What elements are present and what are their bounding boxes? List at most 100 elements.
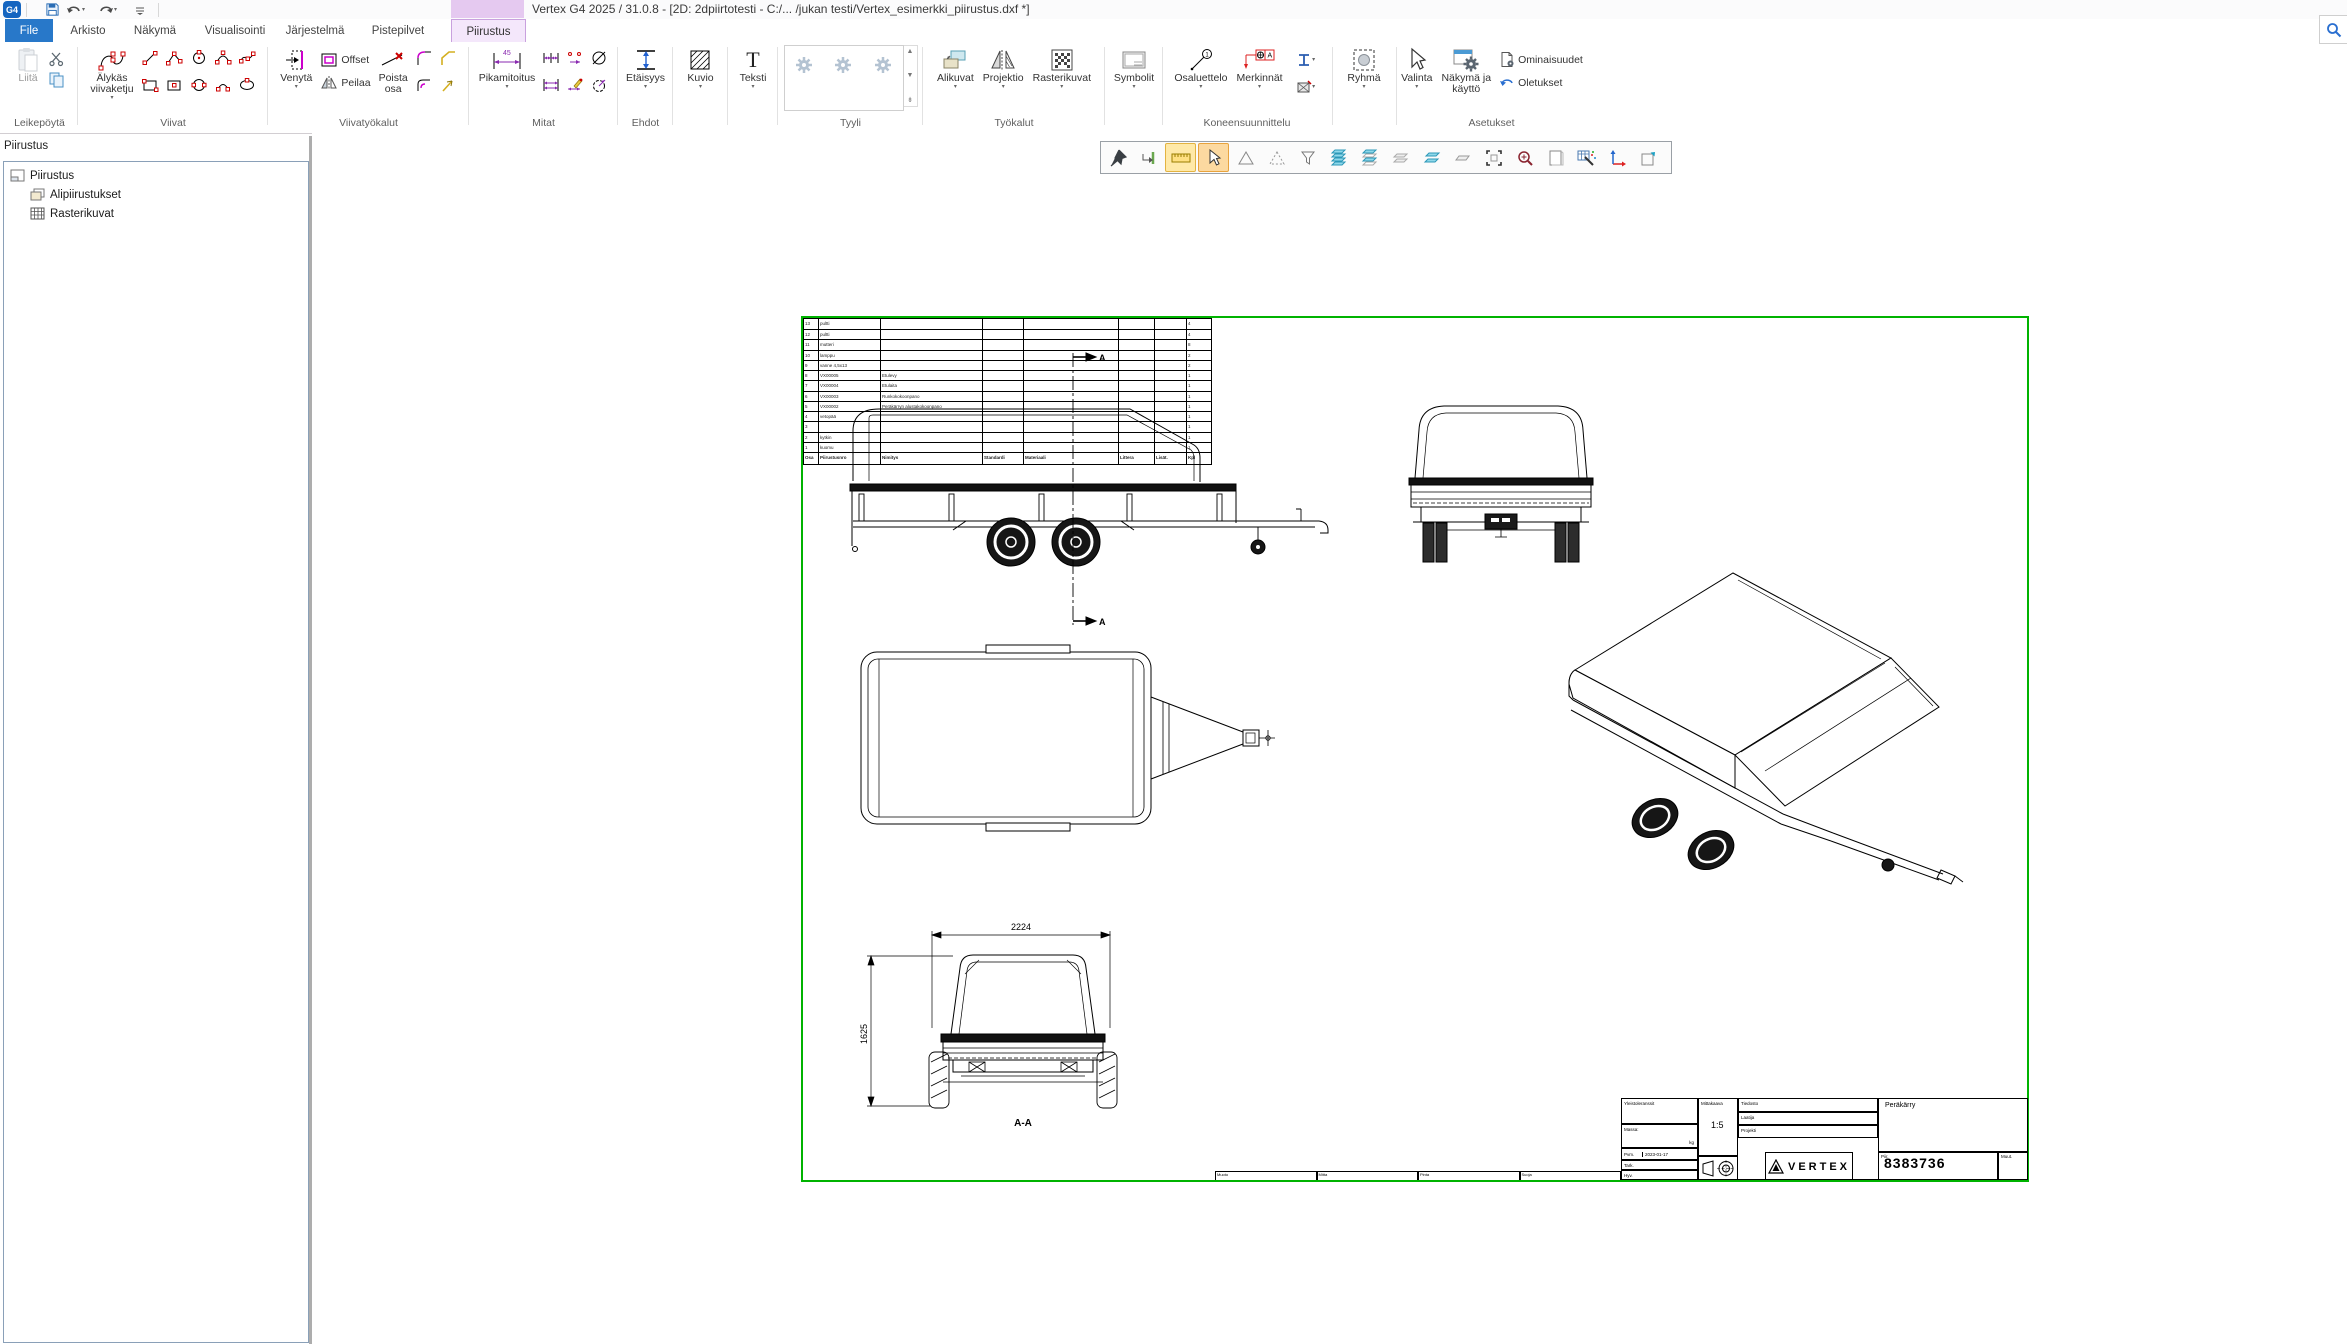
text-tool-button[interactable]: T Teksti ▾ — [737, 45, 770, 92]
vertex-triangle-icon — [1768, 1159, 1784, 1175]
polyline-tool-button[interactable] — [164, 48, 184, 67]
save-button[interactable] — [45, 2, 60, 17]
scale-value: 1:5 — [1711, 1123, 1724, 1128]
tab-file[interactable]: File — [5, 19, 53, 42]
view-and-use-button[interactable]: Näkymä ja käyttö — [1438, 45, 1494, 97]
layers-off-button[interactable] — [1386, 144, 1415, 171]
projection-button[interactable]: Projektio ▾ — [980, 45, 1027, 92]
paste-button[interactable]: Liitä — [13, 45, 43, 86]
snap-direction-button[interactable] — [1134, 144, 1163, 171]
chamfer-corner-button[interactable] — [438, 75, 458, 94]
tab-visualisointi[interactable]: Visualisointi — [198, 19, 272, 42]
raster-images-button[interactable]: Rasterikuvat ▾ — [1030, 45, 1094, 92]
layers-two-button[interactable] — [1417, 144, 1446, 171]
ucs-axes-button[interactable] — [1603, 144, 1632, 171]
filter-button[interactable] — [1293, 144, 1322, 171]
tab-pistepilvet[interactable]: Pistepilvet — [362, 19, 434, 42]
fillet-button[interactable] — [414, 48, 434, 67]
circle-tool-button[interactable] — [189, 48, 209, 67]
axes-icon — [1609, 149, 1627, 167]
remove-part-button[interactable]: Poista osa — [376, 45, 411, 97]
hatch-button[interactable]: Kuvio ▾ — [684, 45, 716, 92]
rectangle-tool-button[interactable] — [140, 75, 160, 94]
cut-button[interactable] — [46, 49, 66, 68]
quick-dimension-button[interactable]: 45 Pikamitoitus ▾ — [476, 45, 539, 92]
tab-piirustus[interactable]: Piirustus — [451, 19, 526, 44]
group-label: Asetukset — [1398, 117, 1585, 129]
style-gallery[interactable] — [784, 45, 904, 111]
ribbon-group-tyyli: ▲ ▼ ⇟ Tyyli — [779, 44, 922, 130]
app-logo[interactable]: G4 — [3, 1, 21, 18]
tree-item-label: Rasterikuvat — [50, 208, 114, 220]
app-window: { "window": { "title": "Vertex G4 2025 /… — [0, 0, 2347, 1344]
annotations-button[interactable]: A Merkinnät ▾ — [1234, 45, 1286, 92]
part-list-button[interactable]: 1 Osaluettelo ▾ — [1171, 45, 1230, 92]
mirror-button[interactable]: Peilaa — [318, 72, 372, 93]
selection-button[interactable]: Valinta ▾ — [1398, 45, 1435, 92]
smart-polyline-icon — [97, 47, 127, 73]
arc-3pt-tool-button[interactable] — [213, 48, 233, 67]
plane-dashed-button[interactable] — [1262, 144, 1291, 171]
zoom-in-button[interactable] — [1510, 144, 1539, 171]
tab-nakyma[interactable]: Näkymä — [126, 19, 184, 42]
gallery-up-button[interactable]: ▲ — [907, 48, 914, 55]
profile-beam-button[interactable]: ▾ — [1289, 50, 1323, 69]
rectangle-center-tool-button[interactable] — [164, 75, 184, 94]
symbols-button[interactable]: Symbolit ▾ — [1111, 45, 1157, 92]
stretch-button[interactable]: Venytä ▾ — [277, 45, 315, 92]
tree-item-alipiirustukset[interactable]: Alipiirustukset — [4, 185, 308, 204]
search-button[interactable] — [2319, 15, 2347, 44]
layers-all-button[interactable] — [1324, 144, 1353, 171]
tree-item-rasterikuvat[interactable]: Rasterikuvat — [4, 204, 308, 223]
gallery-down-button[interactable]: ▼ — [907, 72, 914, 79]
distance-constraint-button[interactable]: Etäisyys ▾ — [623, 45, 668, 92]
radius-dimension-button[interactable] — [589, 75, 609, 94]
undo-button[interactable]: ▾ — [66, 2, 85, 17]
ordinate-dimension-button[interactable] — [565, 48, 585, 67]
circle-2pt-tool-button[interactable] — [189, 75, 209, 94]
fillet-corner-button[interactable] — [414, 75, 434, 94]
subdrawings-icon — [30, 188, 45, 201]
drawing-sheet[interactable]: A A — [801, 316, 2029, 1182]
projection-symbol-icon — [1699, 1157, 1737, 1180]
subpictures-button[interactable]: Alikuvat ▾ — [934, 45, 977, 92]
edit-dimension-button[interactable] — [565, 75, 585, 94]
pin-button[interactable] — [1103, 144, 1132, 171]
layers-some-button[interactable] — [1355, 144, 1384, 171]
offset-button[interactable]: Offset — [318, 49, 372, 70]
tab-arkisto[interactable]: Arkisto — [60, 19, 116, 42]
spline-tool-button[interactable] — [237, 48, 257, 67]
tree-item-piirustus[interactable]: Piirustus — [4, 166, 308, 185]
diameter-dimension-button[interactable] — [589, 48, 609, 67]
group-button[interactable]: Ryhmä ▾ — [1344, 45, 1383, 92]
copy-button[interactable] — [46, 70, 66, 89]
qat-customize-button[interactable] — [134, 2, 146, 17]
ellipse-tool-button[interactable] — [237, 75, 257, 94]
zoom-fit-button[interactable] — [1479, 144, 1508, 171]
divider — [158, 3, 159, 17]
smart-polyline-button[interactable]: Älykäs viivaketju ▾ — [87, 45, 136, 103]
layers-two-icon — [1422, 151, 1442, 165]
redo-button[interactable]: ▾ — [98, 2, 117, 17]
properties-button[interactable]: Ominaisuudet — [1497, 49, 1585, 70]
layer-one-button[interactable] — [1448, 144, 1477, 171]
select-mode-button[interactable] — [1198, 143, 1229, 172]
weld-symbol-button[interactable]: ▾ — [1289, 77, 1323, 96]
gallery-expand-button[interactable]: ⇟ — [907, 96, 913, 104]
line-tool-button[interactable] — [140, 48, 160, 67]
measure-button[interactable] — [1165, 143, 1196, 172]
isometric-view — [1569, 573, 1963, 884]
chain-dimension-button[interactable] — [541, 48, 561, 67]
sheet-view-button[interactable] — [1541, 144, 1570, 171]
defaults-button[interactable]: Oletukset — [1497, 72, 1585, 93]
tab-jarjestelma[interactable]: Järjestelmä — [282, 19, 348, 42]
chamfer-button[interactable] — [438, 48, 458, 67]
arc-tool-button[interactable] — [213, 75, 233, 94]
quick-dimension-icon: 45 — [490, 47, 524, 73]
table-wand-button[interactable] — [1572, 144, 1601, 171]
plane-button[interactable] — [1231, 144, 1260, 171]
side-wheels — [987, 518, 1100, 566]
new-window-button[interactable] — [1634, 144, 1663, 171]
baseline-dimension-button[interactable] — [541, 75, 561, 94]
qat-more-icon — [134, 4, 146, 16]
